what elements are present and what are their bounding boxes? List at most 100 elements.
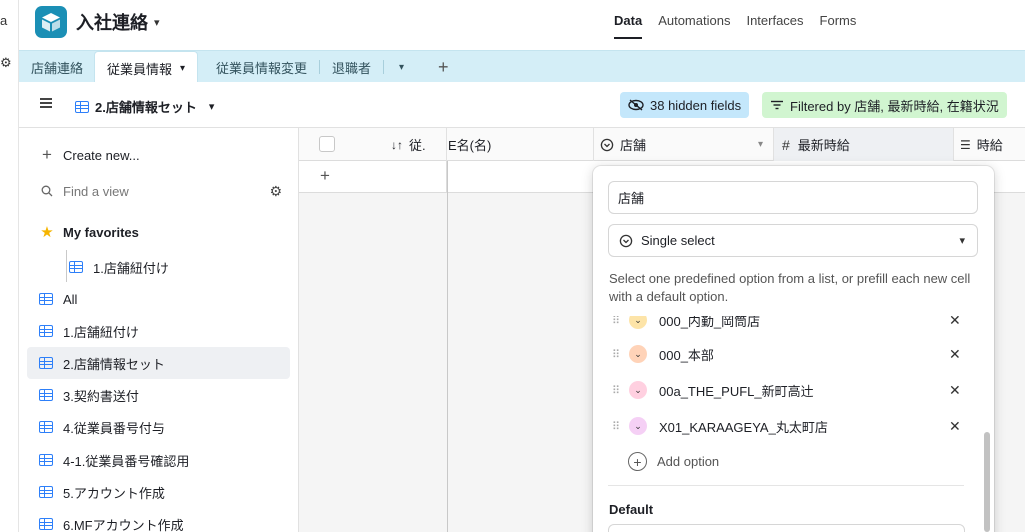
base-title-button[interactable]: 入社連絡 ▾: [76, 9, 160, 35]
option-label[interactable]: 000_本部: [659, 345, 714, 364]
plus-circle-icon: +: [628, 452, 647, 471]
base-logo-icon[interactable]: [35, 6, 67, 38]
hamburger-icon[interactable]: [40, 98, 52, 108]
sidebar-view-item[interactable]: 4.従業員番号付与: [27, 411, 290, 443]
divider: [608, 485, 964, 486]
option-row[interactable]: ⠿ ⌄ X01_KARAAGEYA_丸太町店 ✕: [593, 408, 994, 444]
tab-divider: [383, 60, 385, 74]
view-label: All: [63, 291, 78, 307]
close-icon[interactable]: ✕: [949, 382, 961, 399]
search-icon: [41, 185, 53, 197]
nav-automations[interactable]: Automations: [658, 13, 730, 39]
tab-store-contact[interactable]: 店舗連絡: [31, 51, 83, 83]
field-type-select[interactable]: Single select ▾: [608, 224, 978, 257]
grid-view-icon: [39, 486, 53, 498]
create-new-label: Create new...: [63, 147, 140, 163]
hidden-fields-button[interactable]: 38 hidden fields: [620, 92, 750, 118]
chevron-down-icon[interactable]: ▾: [180, 63, 185, 74]
field-name-input[interactable]: 店舗: [608, 181, 978, 214]
favorite-view-item[interactable]: 1.店舗紐付け: [57, 251, 290, 283]
hidden-fields-label: 38 hidden fields: [650, 97, 742, 113]
column-header-name[interactable]: E名(名): [448, 128, 594, 161]
filter-icon: [771, 100, 783, 110]
close-icon[interactable]: ✕: [949, 418, 961, 435]
column-header-latest-wage[interactable]: # 最新時給: [774, 128, 954, 161]
option-color-chip[interactable]: ⌄: [629, 316, 647, 329]
option-color-chip[interactable]: ⌄: [629, 417, 647, 435]
sidebar-view-item[interactable]: 3.契約書送付: [27, 379, 290, 411]
grid-view-icon: [39, 389, 53, 401]
filter-label: Filtered by 店舗, 最新時給, 在籍状況: [790, 98, 999, 114]
option-row[interactable]: ⠿ ⌄ 000_内勤_岡筒店 ✕: [593, 316, 994, 338]
grid-view-icon: [39, 518, 53, 530]
close-icon[interactable]: ✕: [949, 316, 961, 329]
sidebar-view-item[interactable]: All: [27, 283, 290, 315]
grid-view-icon: [39, 293, 53, 305]
tab-label: 従業員情報変更: [216, 60, 308, 76]
my-favorites-section[interactable]: ★ My favorites: [27, 216, 290, 248]
tab-employee-info-change[interactable]: 従業員情報変更: [216, 51, 321, 83]
plus-icon: +: [42, 145, 52, 164]
single-select-icon: [619, 234, 633, 247]
option-row[interactable]: ⠿ ⌄ 00a_THE_PUFL_新町高辻 ✕: [593, 372, 994, 408]
lookup-icon: ☰: [960, 137, 971, 152]
sidebar-view-item[interactable]: 1.店舗紐付け: [27, 315, 290, 347]
chevron-down-icon[interactable]: ▾: [758, 139, 763, 150]
field-type-description: Select one predefined option from a list…: [609, 271, 971, 304]
option-label[interactable]: 00a_THE_PUFL_新町高辻: [659, 381, 814, 400]
drag-handle-icon[interactable]: ⠿: [612, 420, 620, 433]
tab-employee-info[interactable]: 従業員情報 ▾: [94, 51, 199, 84]
rail-gear-icon[interactable]: ⚙: [0, 55, 12, 71]
drag-handle-icon[interactable]: ⠿: [612, 384, 620, 397]
sidebar-view-item[interactable]: 4-1.従業員番号確認用: [27, 444, 290, 476]
select-all-checkbox[interactable]: [319, 136, 335, 152]
drag-handle-icon[interactable]: ⠿: [612, 348, 620, 361]
default-option-select[interactable]: [608, 524, 965, 532]
view-bar: 2.店舗情報セット ▾ 38 hidden fields Filtered by…: [19, 82, 1025, 128]
sidebar-view-item-selected[interactable]: 2.店舗情報セット: [27, 347, 290, 379]
tabs-more-chevron-down-icon[interactable]: ▾: [399, 51, 404, 83]
option-row[interactable]: ⠿ ⌄ 000_本部 ✕: [593, 336, 994, 372]
option-label[interactable]: X01_KARAAGEYA_丸太町店: [659, 417, 828, 436]
add-option-button[interactable]: + Add option: [628, 452, 719, 471]
column-header-wage[interactable]: ☰ 時給: [954, 128, 1025, 161]
nav-data[interactable]: Data: [614, 13, 643, 39]
find-view-input[interactable]: Find a view ⚙: [27, 175, 290, 207]
plus-icon: +: [320, 166, 330, 185]
sidebar-view-item[interactable]: 5.アカウント作成: [27, 476, 290, 508]
popup-scrollbar[interactable]: [984, 432, 990, 532]
option-label[interactable]: 000_内勤_岡筒店: [659, 316, 760, 330]
column-header-employee-no[interactable]: ↓↑ 従.: [389, 128, 447, 161]
table-tabs: 店舗連絡 従業員情報 ▾ 従業員情報変更 退職者 ▾ +: [19, 50, 1025, 84]
rail-glyph: a: [0, 13, 8, 28]
add-table-plus-icon[interactable]: +: [438, 51, 449, 83]
sidebar-view-item[interactable]: 6.MFアカウント作成: [27, 508, 290, 532]
close-icon[interactable]: ✕: [949, 346, 961, 363]
view-label: 1.店舗紐付け: [93, 260, 169, 276]
grid-view-icon: [75, 100, 89, 113]
field-type-value: Single select: [641, 233, 715, 248]
view-label: 4-1.従業員番号確認用: [63, 453, 190, 469]
add-option-label: Add option: [657, 454, 720, 469]
create-new-view-button[interactable]: + Create new...: [27, 139, 290, 171]
frozen-column-divider: [447, 161, 448, 532]
drag-handle-icon[interactable]: ⠿: [612, 316, 620, 327]
nav-interfaces[interactable]: Interfaces: [746, 13, 803, 39]
top-nav: Data Automations Interfaces Forms: [614, 13, 856, 39]
add-record-row[interactable]: +: [299, 161, 447, 193]
single-select-icon: [600, 138, 614, 151]
column-label: 最新時給: [797, 138, 850, 153]
left-rail: a ⚙: [0, 0, 19, 532]
view-label: 3.契約書送付: [63, 388, 139, 404]
view-label: 2.店舗情報セット: [63, 356, 165, 372]
nav-forms[interactable]: Forms: [820, 13, 857, 39]
option-color-chip[interactable]: ⌄: [629, 345, 647, 363]
tab-retired[interactable]: 退職者: [332, 51, 385, 83]
view-switcher[interactable]: 2.店舗情報セット ▾: [75, 97, 214, 116]
column-label: 時給: [976, 138, 1003, 153]
option-color-chip[interactable]: ⌄: [629, 381, 647, 399]
column-header-store[interactable]: 店舗 ▾: [594, 128, 774, 161]
gear-icon[interactable]: ⚙: [269, 183, 282, 200]
filter-button[interactable]: Filtered by 店舗, 最新時給, 在籍状況: [762, 92, 1007, 118]
field-name-value: 店舗: [618, 191, 645, 206]
